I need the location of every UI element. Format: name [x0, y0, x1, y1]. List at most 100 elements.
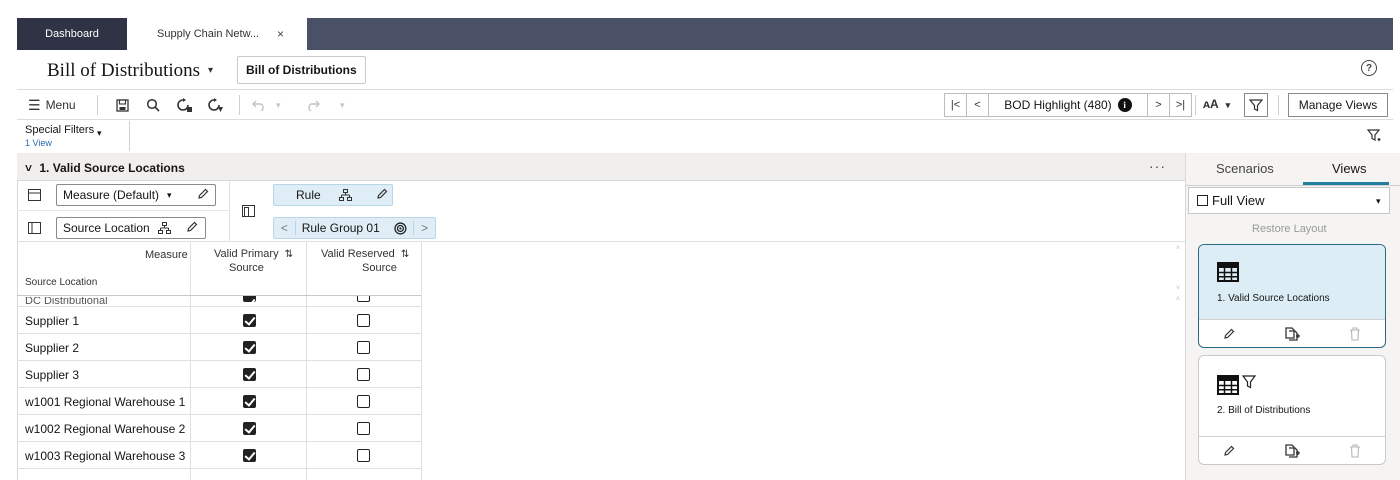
text-size-icon: ᴀA: [1203, 97, 1219, 111]
grid-line: [17, 387, 421, 388]
restore-layout-button: Restore Layout: [1252, 223, 1327, 235]
filter-clear-icon[interactable]: [1366, 128, 1381, 145]
collapse-chevron-icon[interactable]: ˅: [25, 161, 32, 175]
valid-primary-checkbox[interactable]: [243, 314, 256, 327]
full-view-caret-icon[interactable]: ▾: [1376, 196, 1381, 207]
view-card-title: 1. Valid Source Locations: [1217, 293, 1330, 304]
more-options-icon[interactable]: ···: [1149, 158, 1166, 174]
valid-primary-checkbox[interactable]: [243, 395, 256, 408]
divider: [129, 121, 130, 151]
bod-highlight-label[interactable]: BOD Highlight (480) i: [989, 94, 1147, 116]
grid-line: [17, 441, 421, 442]
sort-icon[interactable]: ⇅: [401, 249, 409, 260]
menu-button[interactable]: ☰ Menu: [28, 97, 76, 113]
previous-page-button[interactable]: <: [967, 94, 989, 116]
valid-primary-header-line1: Valid Primary: [214, 248, 279, 260]
divider: [17, 89, 1393, 90]
refresh-data-icon[interactable]: [176, 97, 192, 113]
view-card-actions: [1199, 436, 1385, 464]
tab-dashboard[interactable]: Dashboard: [17, 18, 127, 50]
first-page-button[interactable]: |<: [945, 94, 967, 116]
valid-primary-header[interactable]: Valid Primary ⇅: [214, 248, 293, 260]
table-row: Supplier 3: [25, 368, 80, 382]
measure-label: Measure (Default): [63, 188, 160, 202]
valid-reserved-checkbox[interactable]: [357, 395, 370, 408]
help-icon[interactable]: ?: [1361, 60, 1377, 76]
edit-view-icon[interactable]: [1223, 445, 1235, 457]
filter-icon: [1242, 375, 1256, 389]
measure-caret-icon: ▾: [167, 189, 172, 200]
save-icon[interactable]: [116, 97, 129, 113]
view-card-valid-source-locations[interactable]: 1. Valid Source Locations: [1198, 244, 1386, 348]
text-size-caret-icon: ▾: [1225, 100, 1231, 110]
edit-rule-icon[interactable]: [376, 188, 388, 203]
close-tab-icon[interactable]: ×: [277, 27, 284, 41]
duplicate-view-icon[interactable]: [1285, 444, 1300, 458]
valid-primary-checkbox[interactable]: [243, 449, 256, 462]
rule-label: Rule: [296, 188, 321, 202]
tab-supply-chain-label: Supply Chain Netw...: [157, 28, 260, 40]
grid-line: [421, 242, 422, 480]
valid-reserved-checkbox[interactable]: [357, 422, 370, 435]
full-view-checkbox[interactable]: [1197, 195, 1208, 206]
measure-corner-label: Measure: [145, 249, 188, 261]
view-card-bill-of-distributions[interactable]: 2. Bill of Distributions: [1198, 355, 1386, 465]
divider: [1278, 95, 1279, 115]
valid-reserved-checkbox[interactable]: [357, 341, 370, 354]
section-header[interactable]: [17, 153, 1185, 181]
duplicate-view-icon[interactable]: [1285, 327, 1300, 341]
scroll-up-icon[interactable]: ˄: [1176, 245, 1180, 252]
filter-button[interactable]: [1244, 93, 1268, 117]
info-icon[interactable]: i: [1117, 98, 1132, 112]
valid-reserved-header-line2: Source: [362, 262, 397, 274]
valid-primary-checkbox[interactable]: [243, 422, 256, 435]
valid-reserved-header[interactable]: Valid Reserved ⇅: [321, 248, 409, 260]
rule-group-label[interactable]: Rule Group 01: [296, 221, 395, 235]
scroll-up-icon[interactable]: ˄: [1176, 296, 1180, 303]
rule-group-prev-button[interactable]: <: [274, 221, 296, 235]
title-chevron-down-icon[interactable]: ▾: [208, 65, 213, 76]
valid-primary-checkbox[interactable]: [243, 341, 256, 354]
scroll-down-icon[interactable]: ˅: [1176, 285, 1180, 292]
rule-group-next-button[interactable]: >: [413, 221, 435, 235]
edit-view-icon[interactable]: [1223, 328, 1235, 340]
grid-line: [17, 333, 421, 334]
sort-icon[interactable]: ⇅: [285, 249, 293, 260]
special-filters-caret-icon[interactable]: ▾: [97, 128, 102, 139]
last-page-button[interactable]: >|: [1169, 94, 1191, 116]
table-row: w1003 Regional Warehouse 3: [25, 449, 186, 463]
valid-reserved-checkbox[interactable]: [357, 449, 370, 462]
view-card-actions: [1199, 319, 1385, 347]
sync-data-icon[interactable]: [207, 97, 223, 113]
divider: [1195, 95, 1196, 115]
view-card-body[interactable]: 2. Bill of Distributions: [1199, 356, 1385, 438]
rule-dimension[interactable]: Rule: [273, 184, 393, 206]
tab-scenarios[interactable]: Scenarios: [1216, 161, 1274, 176]
view-card-body[interactable]: 1. Valid Source Locations: [1199, 245, 1385, 320]
special-filters-label[interactable]: Special Filters: [25, 124, 94, 136]
measure-dropdown[interactable]: Measure (Default) ▾: [56, 184, 216, 206]
valid-reserved-checkbox[interactable]: [357, 314, 370, 327]
section-title[interactable]: ˅ 1. Valid Source Locations: [25, 161, 185, 175]
text-size-button[interactable]: ᴀA ▾: [1203, 97, 1230, 111]
valid-primary-checkbox[interactable]: [243, 368, 256, 381]
full-view-dropdown[interactable]: Full View: [1188, 187, 1390, 214]
manage-views-button[interactable]: Manage Views: [1288, 93, 1388, 117]
tab-views[interactable]: Views: [1332, 161, 1366, 176]
edit-measure-icon[interactable]: [197, 188, 209, 203]
edit-source-location-icon[interactable]: [186, 221, 198, 236]
valid-reserved-checkbox[interactable]: [357, 368, 370, 381]
bill-of-distributions-chip[interactable]: Bill of Distributions: [237, 56, 366, 84]
source-location-label: Source Location: [63, 221, 150, 235]
table-row: w1001 Regional Warehouse 1: [25, 395, 186, 409]
tab-supply-chain-network[interactable]: Supply Chain Netw... ×: [127, 18, 307, 50]
divider: [17, 241, 1185, 242]
delete-view-icon: [1350, 444, 1360, 458]
partial-row-label: DC Distributional: [25, 297, 108, 305]
search-icon[interactable]: [146, 97, 160, 113]
target-icon[interactable]: [394, 221, 407, 235]
undo-icon: [252, 97, 266, 113]
source-location-dimension[interactable]: Source Location: [56, 217, 206, 239]
next-page-button[interactable]: >: [1147, 94, 1169, 116]
tab-bar: Dashboard Supply Chain Netw... ×: [17, 18, 1393, 50]
